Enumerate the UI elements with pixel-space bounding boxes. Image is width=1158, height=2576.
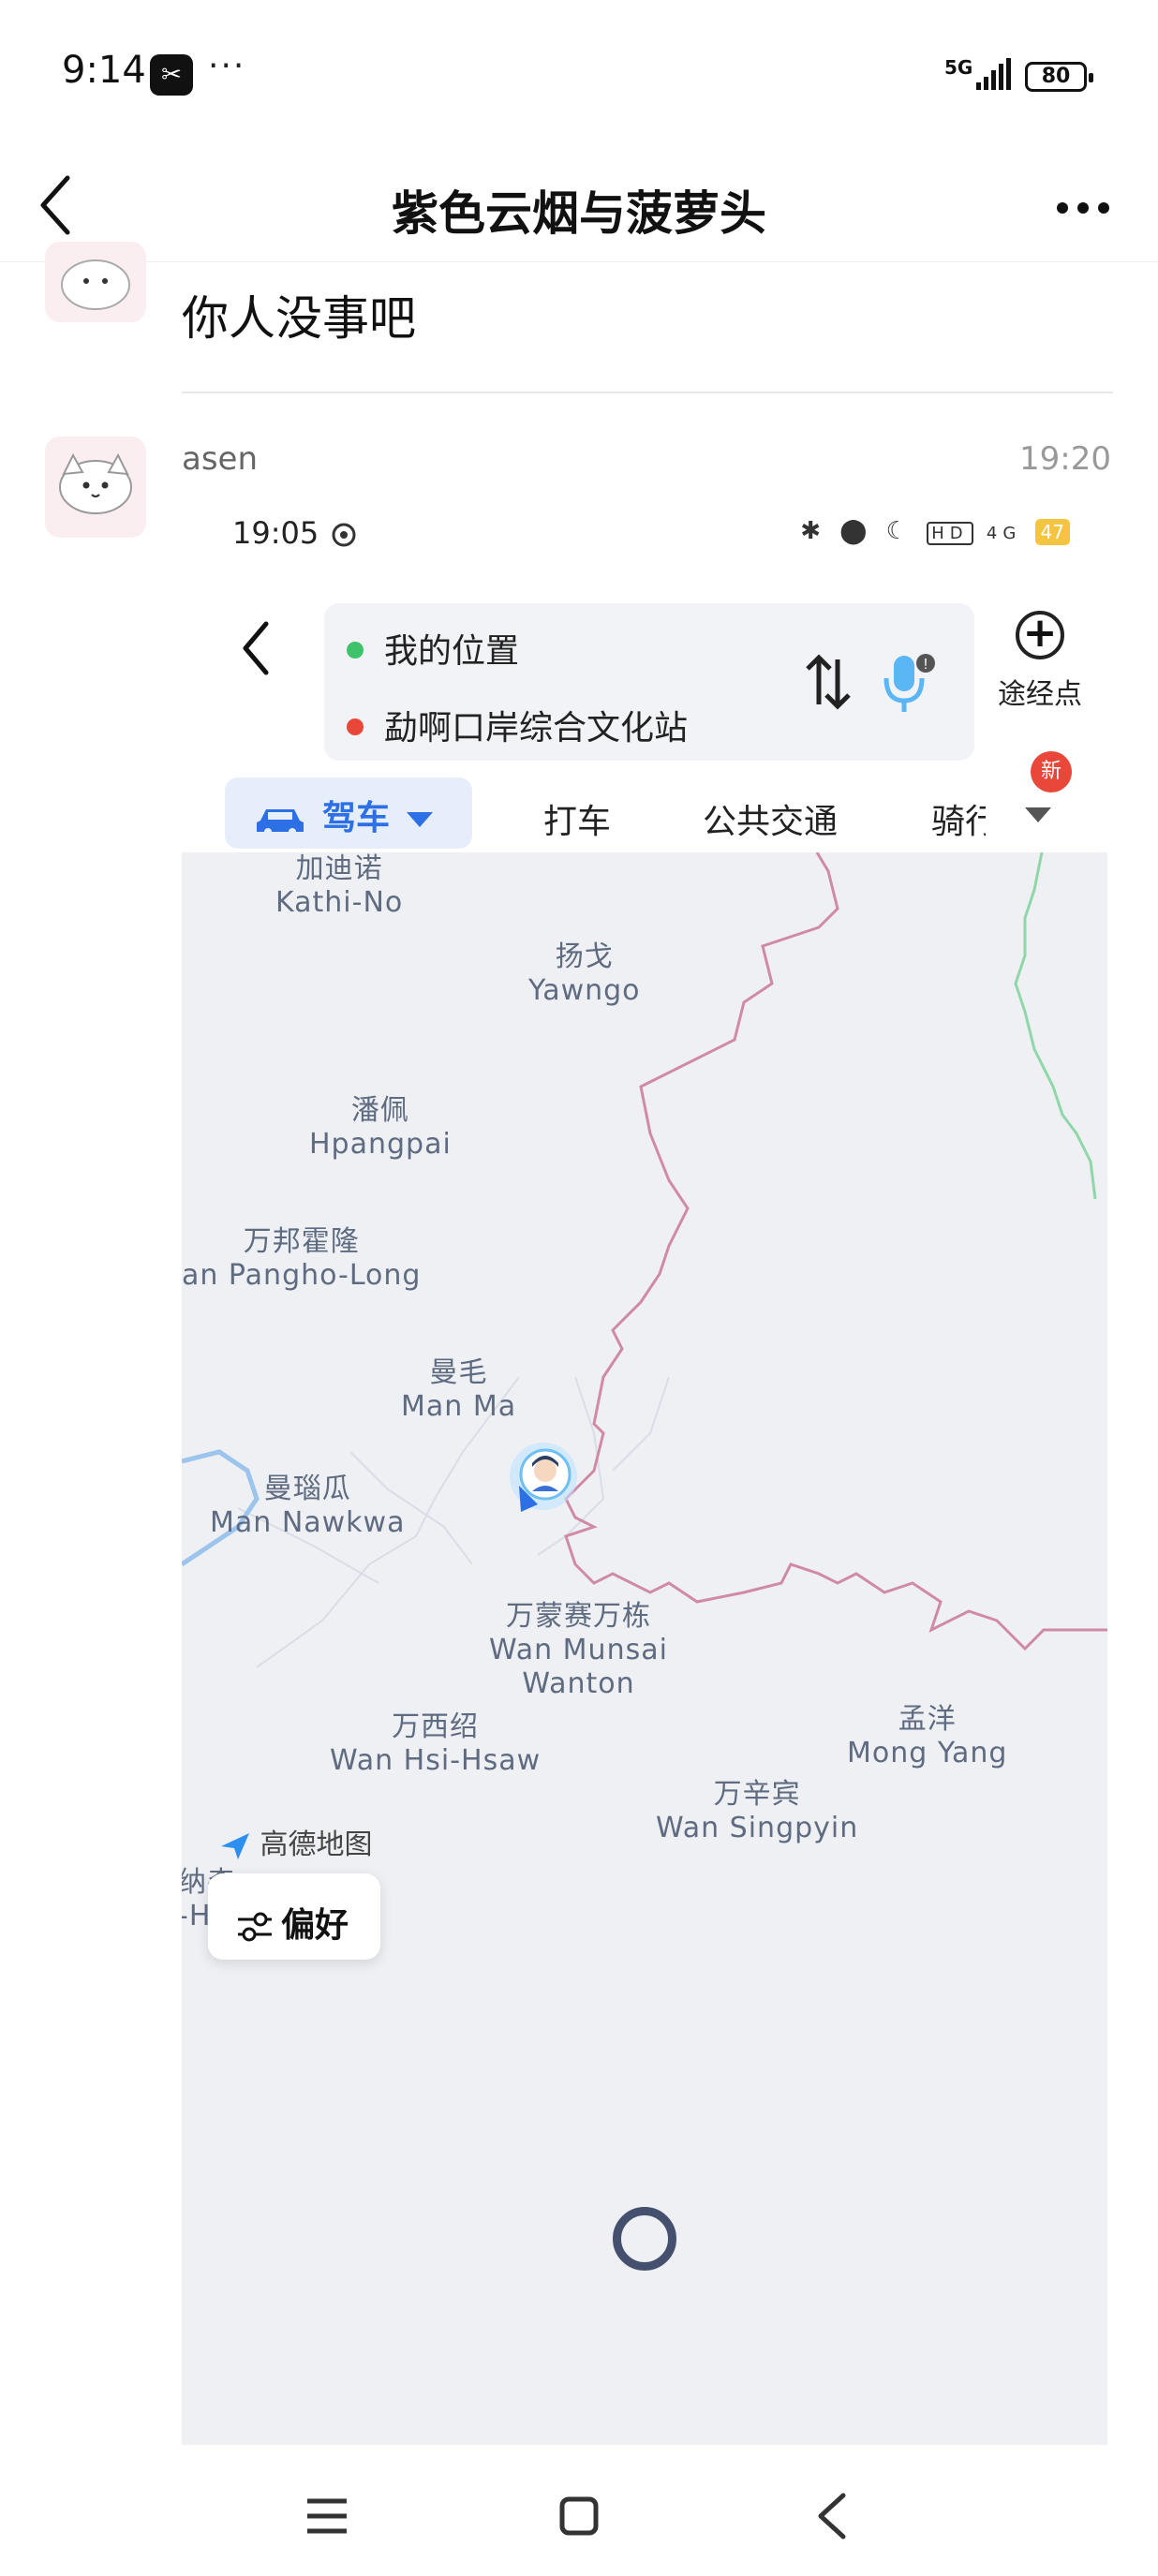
embedded-battery-icon: 47 bbox=[1034, 519, 1070, 545]
more-modes-icon[interactable] bbox=[1025, 807, 1051, 822]
map-place-label: 万邦霍隆 an Pangho-Long bbox=[182, 1225, 422, 1292]
notification-more-icon: ··· bbox=[208, 47, 246, 85]
message-text: 你人没事吧 bbox=[182, 291, 416, 346]
bluetooth-icon: ✱ bbox=[800, 517, 826, 545]
route-header: 我的位置 勐啊口岸综合文化站 ! + 途经点 驾车 打车 公共交通 骑行 新 bbox=[182, 571, 1107, 852]
map-provider-logo: 高德地图 bbox=[219, 1821, 373, 1862]
add-waypoint-icon: + bbox=[1016, 611, 1064, 659]
waypoint-button[interactable]: + 途经点 bbox=[993, 611, 1087, 712]
transport-tabs: 驾车 打车 公共交通 骑行 bbox=[182, 777, 1107, 852]
cat-avatar-icon bbox=[59, 452, 132, 514]
preference-button[interactable]: 偏好 bbox=[208, 1873, 380, 1960]
avatar[interactable] bbox=[45, 242, 146, 322]
status-time: 9:14 bbox=[62, 49, 146, 92]
map-provider-name: 高德地图 bbox=[260, 1828, 373, 1861]
network-type: 5G bbox=[944, 56, 973, 79]
dropdown-caret-icon bbox=[407, 812, 434, 827]
new-badge: 新 bbox=[1031, 751, 1072, 792]
voice-input-icon[interactable]: ! bbox=[881, 650, 937, 716]
avatar[interactable] bbox=[45, 437, 146, 538]
amap-logo-icon bbox=[221, 1832, 249, 1859]
location-icon: ⬤ bbox=[839, 517, 873, 545]
current-location-marker-icon[interactable] bbox=[506, 1439, 581, 1523]
tab-drive-label: 驾车 bbox=[322, 799, 391, 837]
embedded-app-icon bbox=[332, 523, 356, 547]
tab-taxi[interactable]: 打车 bbox=[543, 794, 611, 843]
tab-transit[interactable]: 公共交通 bbox=[703, 794, 838, 843]
map-place-label: 万辛宾 Wan Singpyin bbox=[656, 1778, 859, 1844]
map-place-label: 扬戈 Yawngo bbox=[528, 940, 641, 1007]
home-icon[interactable] bbox=[558, 2495, 600, 2537]
swap-icon[interactable] bbox=[802, 652, 854, 712]
map-place-label: 孟洋 Mong Yang bbox=[847, 1703, 1008, 1769]
recent-apps-icon[interactable] bbox=[305, 2497, 349, 2535]
embedded-time: 19:05 bbox=[232, 515, 319, 551]
origin-dot-icon bbox=[347, 642, 364, 659]
map-place-label: 曼毛 Man Ma bbox=[401, 1356, 517, 1423]
capcut-icon: ✂ bbox=[150, 54, 193, 96]
map-place-label: 加迪诺 Kathi-No bbox=[275, 852, 404, 919]
waypoint-label: 途经点 bbox=[998, 678, 1082, 711]
sender-name: asen bbox=[182, 440, 259, 478]
map-place-label: 潘佩 Hpangpai bbox=[309, 1094, 452, 1161]
signal-icon bbox=[976, 58, 1011, 90]
map-place-label: 万西绍 Wan Hsi-Hsaw bbox=[330, 1710, 542, 1777]
sliders-icon bbox=[238, 1912, 272, 1942]
map-place-label: 曼瑙瓜 Man Nawkwa bbox=[210, 1473, 406, 1539]
origin-label: 我的位置 bbox=[384, 632, 520, 671]
embedded-status-bar: 19:05 ✱ ⬤ ☾ HD 4G 47 bbox=[182, 496, 1107, 571]
cat-avatar-icon bbox=[61, 259, 130, 310]
map-place-label: 万蒙赛万栋 Wan Munsai Wanton bbox=[489, 1600, 668, 1700]
dnd-moon-icon: ☾ bbox=[885, 517, 913, 545]
tab-cycling[interactable]: 骑行 bbox=[931, 794, 986, 843]
more-options-icon[interactable] bbox=[1055, 180, 1111, 236]
map-view[interactable]: 加迪诺 Kathi-No 扬戈 Yawngo 潘佩 Hpangpai 万邦霍隆 an P… bbox=[182, 852, 1107, 2008]
embedded-network: 4G bbox=[986, 524, 1022, 543]
system-back-icon[interactable] bbox=[815, 2492, 849, 2540]
embedded-status-icons: ✱ ⬤ ☾ HD 4G 47 bbox=[800, 517, 1070, 545]
status-bar: 9:14 ✂ ··· 5G 80 bbox=[0, 0, 1158, 150]
hd-icon: HD bbox=[927, 522, 973, 545]
destination-field[interactable]: 勐啊口岸综合文化站 bbox=[347, 701, 688, 749]
chat-header: 紫色云烟与菠萝头 bbox=[0, 150, 1158, 262]
destination-label: 勐啊口岸综合文化站 bbox=[384, 709, 689, 748]
message-timestamp: 19:20 bbox=[1019, 440, 1111, 478]
origin-field[interactable]: 我的位置 bbox=[347, 624, 519, 673]
car-icon bbox=[257, 809, 304, 836]
divider bbox=[182, 392, 1113, 393]
shared-image[interactable]: 19:05 ✱ ⬤ ☾ HD 4G 47 我的位置 勐啊口岸综合文化站 ! + … bbox=[182, 496, 1107, 2445]
route-box: 我的位置 勐啊口岸综合文化站 ! bbox=[324, 603, 974, 761]
svg-text:!: ! bbox=[924, 657, 928, 673]
chat-title: 紫色云烟与菠萝头 bbox=[392, 186, 766, 241]
loading-spinner-icon bbox=[613, 2207, 676, 2271]
preference-label: 偏好 bbox=[281, 1906, 349, 1945]
route-back-icon[interactable] bbox=[238, 618, 275, 678]
battery-icon: 80 bbox=[1025, 62, 1093, 92]
system-navigation-bar bbox=[0, 2445, 1158, 2576]
destination-dot-icon bbox=[347, 718, 364, 735]
tab-drive[interactable]: 驾车 bbox=[225, 777, 472, 849]
